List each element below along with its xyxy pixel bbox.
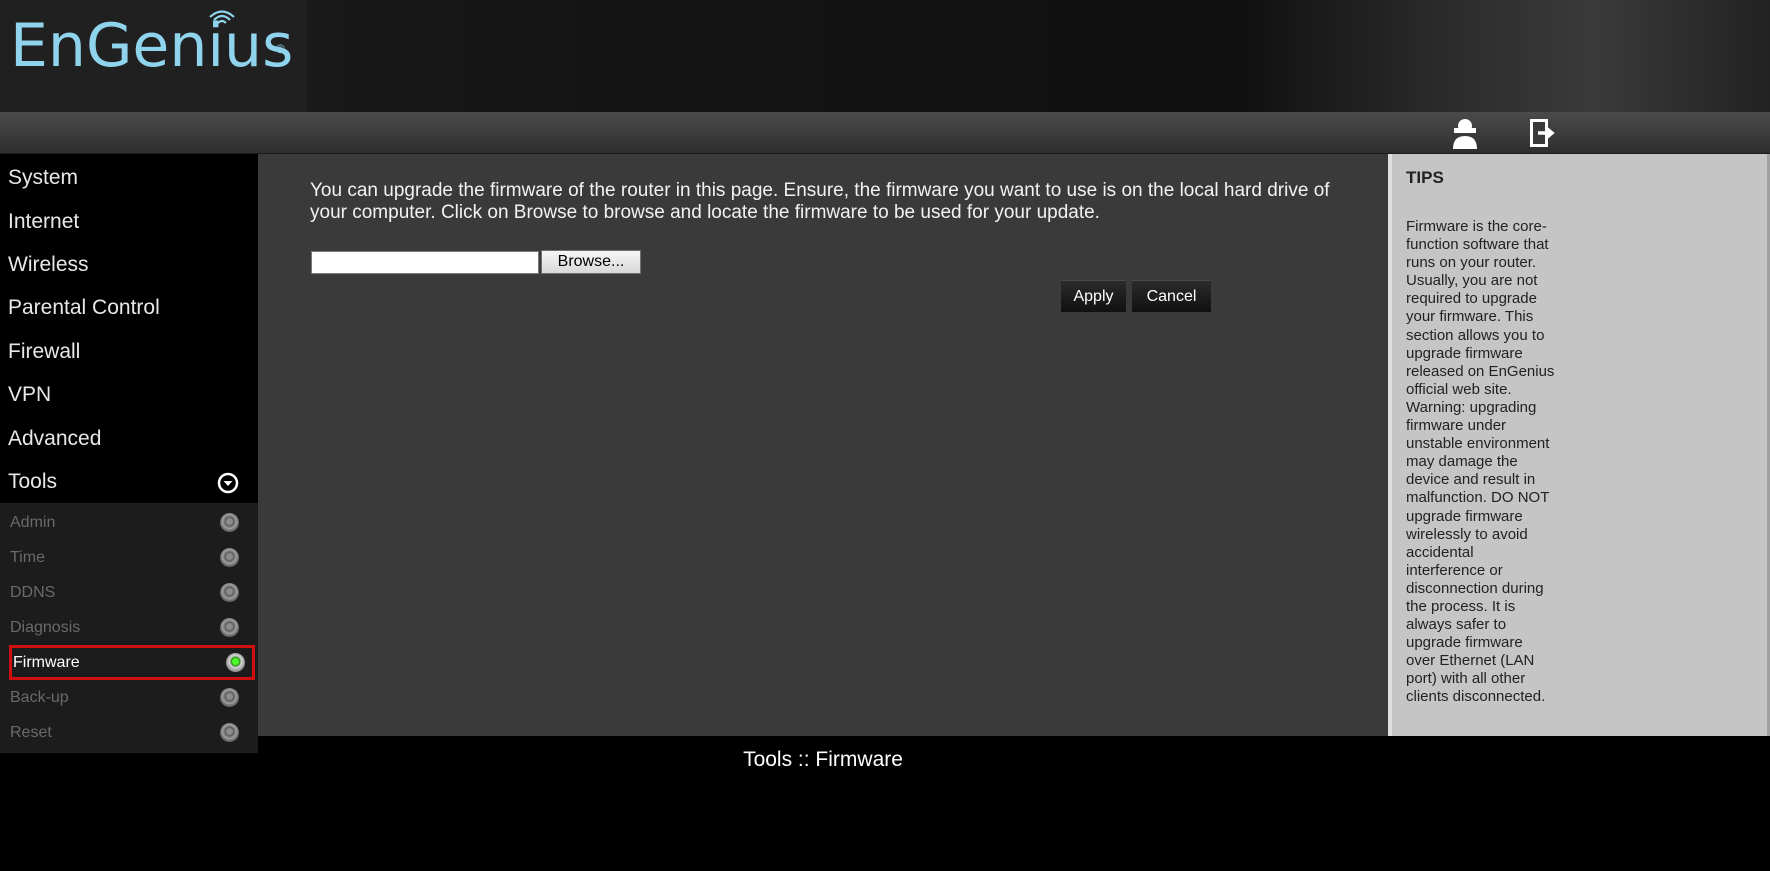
submenu-label: DDNS (10, 584, 56, 601)
submenu-item-reset[interactable]: Reset (0, 715, 258, 750)
menu-item-parental-control[interactable]: Parental Control (0, 286, 258, 330)
submenu-label: Diagnosis (10, 619, 81, 636)
status-dot-icon (220, 583, 239, 602)
submenu-label: Back-up (10, 689, 69, 706)
tips-panel: TIPS Firmware is the core-function softw… (1388, 154, 1770, 736)
menu-item-advanced[interactable]: Advanced (0, 417, 258, 461)
status-dot-icon (220, 618, 239, 637)
browse-button[interactable]: Browse... (541, 250, 641, 274)
submenu-label: Reset (10, 724, 52, 741)
menu-item-vpn[interactable]: VPN (0, 373, 258, 417)
logo-text: EnGenius (10, 11, 294, 81)
toolbar (0, 112, 1770, 154)
logout-icon[interactable] (1524, 116, 1558, 150)
submenu-item-time[interactable]: Time (0, 540, 258, 575)
status-dot-icon (220, 723, 239, 742)
submenu-item-diagnosis[interactable]: Diagnosis (0, 610, 258, 645)
header: EnGenius ® (0, 0, 1770, 112)
wifi-icon (209, 10, 235, 24)
menu-item-tools-label: Tools (8, 470, 58, 493)
page-description: You can upgrade the firmware of the rout… (310, 180, 1330, 223)
chevron-down-icon[interactable] (217, 472, 239, 494)
tips-body: Firmware is the core-function software t… (1406, 218, 1555, 706)
submenu-label: Admin (10, 514, 56, 531)
submenu-label: Time (10, 549, 45, 566)
status-dot-icon (220, 688, 239, 707)
tools-submenu: Admin Time DDNS Diagnosis Firmware Back-… (0, 503, 258, 753)
submenu-label: Firmware (13, 654, 80, 671)
submenu-item-backup[interactable]: Back-up (0, 680, 258, 715)
user-icon[interactable] (1448, 116, 1482, 150)
menu-item-wireless[interactable]: Wireless (0, 243, 258, 287)
tips-title: TIPS (1406, 168, 1444, 187)
active-dot-icon (226, 653, 245, 672)
sidebar: System Internet Wireless Parental Contro… (0, 154, 258, 871)
status-dot-icon (220, 548, 239, 567)
submenu-item-admin[interactable]: Admin (0, 505, 258, 540)
firmware-file-input[interactable] (311, 251, 539, 274)
cancel-button[interactable]: Cancel (1132, 280, 1211, 312)
menu-item-internet[interactable]: Internet (0, 200, 258, 244)
menu-item-firewall[interactable]: Firewall (0, 330, 258, 374)
submenu-item-ddns[interactable]: DDNS (0, 575, 258, 610)
submenu-item-firmware[interactable]: Firmware (9, 645, 255, 680)
footer: Tools :: Firmware (258, 736, 1770, 871)
status-dot-icon (220, 513, 239, 532)
apply-button[interactable]: Apply (1061, 280, 1126, 312)
registered-mark: ® (276, 42, 285, 56)
page-title: Tools :: Firmware (743, 748, 903, 771)
menu-item-tools[interactable]: Tools (0, 460, 258, 504)
main-content: You can upgrade the firmware of the rout… (258, 154, 1388, 736)
menu-item-system[interactable]: System (0, 156, 258, 200)
logo: EnGenius ® (0, 0, 307, 112)
